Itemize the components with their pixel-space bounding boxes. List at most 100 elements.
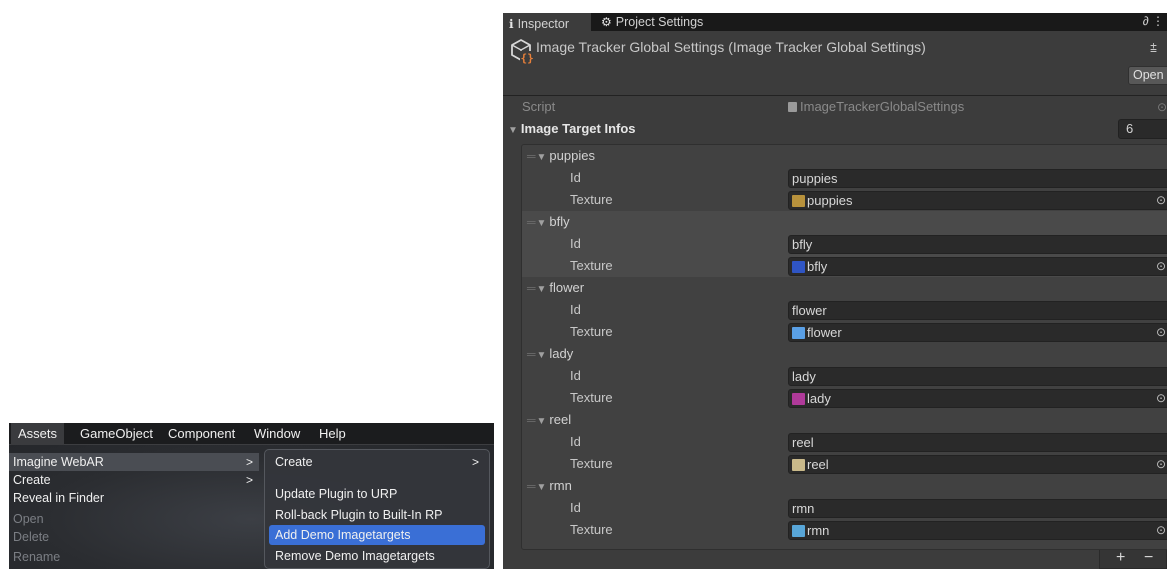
menu-item-label: Open: [13, 512, 44, 526]
element-name: lady: [549, 346, 574, 361]
menu-help[interactable]: Help: [319, 426, 346, 442]
foldout-triangle-icon: ▼: [536, 152, 547, 163]
menu-component[interactable]: Component: [168, 426, 235, 442]
submenu-item-add-demo-imagetargets[interactable]: Add Demo Imagetargets: [269, 525, 485, 545]
inspector-header: {} Image Tracker Global Settings (Image …: [503, 31, 1167, 96]
menu-item-reveal-in-finder[interactable]: Reveal in Finder: [9, 489, 259, 507]
element-foldout-reel[interactable]: ═▼ reel: [522, 409, 822, 431]
id-field[interactable]: bfly: [788, 235, 1167, 254]
menu-item-label: Remove Demo Imagetargets: [275, 549, 435, 563]
list-label: Image Target Infos: [520, 121, 636, 136]
drag-handle-icon[interactable]: ═: [527, 347, 536, 361]
texture-label: Texture: [570, 390, 613, 405]
id-label: Id: [570, 302, 581, 317]
script-file-icon: [788, 102, 797, 112]
remove-element-button[interactable]: −: [1144, 549, 1153, 567]
element-foldout-rmn[interactable]: ═▼ rmn: [522, 475, 822, 497]
menu-window[interactable]: Window: [254, 426, 300, 442]
submenu-item-update-plugin-urp[interactable]: Update Plugin to URP: [269, 484, 485, 504]
menu-item-label: Add Demo Imagetargets: [275, 528, 411, 542]
element-name: reel: [549, 412, 572, 427]
texture-thumbnail-icon: [792, 261, 805, 273]
object-picker-icon[interactable]: ⊙: [1156, 258, 1166, 275]
element-name: flower: [549, 280, 585, 295]
info-icon: ℹ: [509, 17, 514, 31]
menu-gameobject[interactable]: GameObject: [80, 426, 153, 442]
texture-thumbnail-icon: [792, 327, 805, 339]
element-foldout-flower[interactable]: ═▼ flower: [522, 277, 822, 299]
menu-item-create[interactable]: Create >: [9, 471, 259, 489]
menu-assets[interactable]: Assets: [11, 423, 65, 445]
id-field[interactable]: flower: [788, 301, 1167, 320]
texture-field[interactable]: reel ⊙: [788, 455, 1167, 474]
inspector-title: Image Tracker Global Settings (Image Tra…: [536, 39, 926, 55]
list-footer: + −: [1099, 549, 1167, 569]
texture-field[interactable]: rmn ⊙: [788, 521, 1167, 540]
drag-handle-icon[interactable]: ═: [527, 281, 536, 295]
scriptable-object-icon: {}: [511, 39, 535, 65]
settings-tune-icon[interactable]: ⩲: [1150, 41, 1157, 56]
tab-label: Project Settings: [615, 15, 704, 29]
object-picker-icon[interactable]: ⊙: [1156, 324, 1166, 341]
image-target-infos-foldout[interactable]: ▼ Image Target Infos: [508, 118, 636, 142]
submenu-item-rollback-plugin[interactable]: Roll-back Plugin to Built-In RP: [269, 505, 485, 525]
gear-icon: ⚙: [601, 15, 612, 29]
object-picker-icon[interactable]: ⊙: [1156, 522, 1166, 539]
id-label: Id: [570, 434, 581, 449]
list-size-field[interactable]: 6: [1118, 119, 1167, 139]
tab-project-settings[interactable]: ⚙ Project Settings: [595, 13, 735, 31]
tab-label: Inspector: [517, 17, 569, 31]
drag-handle-icon[interactable]: ═: [527, 479, 536, 493]
element-foldout-bfly[interactable]: ═▼ bfly: [522, 211, 822, 233]
drag-handle-icon[interactable]: ═: [527, 149, 536, 163]
texture-field[interactable]: flower ⊙: [788, 323, 1167, 342]
submenu-item-create[interactable]: Create >: [269, 452, 485, 472]
menu-item-label: Imagine WebAR: [13, 455, 104, 469]
element-name: rmn: [549, 478, 572, 493]
tab-inspector[interactable]: ℹ Inspector: [503, 13, 591, 31]
add-element-button[interactable]: +: [1116, 549, 1125, 567]
menu-item-delete: Delete: [9, 528, 259, 546]
object-picker-icon[interactable]: ⊙: [1156, 390, 1166, 407]
texture-field[interactable]: puppies ⊙: [788, 191, 1167, 210]
id-field[interactable]: lady: [788, 367, 1167, 386]
element-name: puppies: [549, 148, 595, 163]
drag-handle-icon[interactable]: ═: [527, 215, 536, 229]
menu-item-label: Delete: [13, 530, 50, 544]
script-row: Script ImageTrackerGlobalSettings ⊙: [503, 96, 1167, 118]
foldout-triangle-icon: ▼: [536, 284, 547, 295]
object-picker-icon[interactable]: ⊙: [1156, 456, 1166, 473]
menu-item-label: Create: [13, 473, 51, 487]
id-field[interactable]: reel: [788, 433, 1167, 452]
open-button[interactable]: Open: [1128, 66, 1167, 85]
image-target-infos-row[interactable]: ▼ Image Target Infos 6: [503, 118, 1167, 140]
lock-and-menu-icon[interactable]: ∂ ⋮: [1143, 14, 1164, 28]
menu-item-label: Reveal in Finder: [13, 491, 105, 505]
imagine-webar-submenu: Create > Update Plugin to URP Roll-back …: [264, 449, 490, 569]
texture-label: Texture: [570, 192, 613, 207]
texture-thumbnail-icon: [792, 195, 805, 207]
id-field[interactable]: puppies: [788, 169, 1167, 188]
submenu-arrow-icon: >: [245, 473, 253, 487]
script-label: Script: [522, 99, 556, 114]
submenu-item-remove-demo-imagetargets[interactable]: Remove Demo Imagetargets: [269, 546, 485, 566]
tab-bar: ℹ Inspector ⚙ Project Settings ∂ ⋮: [503, 13, 1167, 31]
id-field[interactable]: rmn: [788, 499, 1167, 518]
texture-field[interactable]: lady ⊙: [788, 389, 1167, 408]
object-picker-icon[interactable]: ⊙: [1156, 192, 1166, 209]
menu-screenshot: Assets GameObject Component Window Help …: [9, 423, 494, 569]
foldout-triangle-icon: ▼: [536, 350, 547, 361]
element-foldout-lady[interactable]: ═▼ lady: [522, 343, 822, 365]
texture-field[interactable]: bfly ⊙: [788, 257, 1167, 276]
svg-text:{}: {}: [521, 52, 534, 65]
menu-item-label: Update Plugin to URP: [275, 487, 398, 501]
script-field: ImageTrackerGlobalSettings: [788, 96, 964, 118]
texture-label: Texture: [570, 258, 613, 273]
assets-dropdown: Imagine WebAR > Create > Reveal in Finde…: [9, 449, 259, 569]
menu-bar: Assets GameObject Component Window Help: [9, 423, 494, 445]
texture-label: Texture: [570, 324, 613, 339]
menu-item-imagine-webar[interactable]: Imagine WebAR >: [9, 453, 259, 471]
inspector-panel: ℹ Inspector ⚙ Project Settings ∂ ⋮ {} Imag…: [503, 13, 1167, 569]
drag-handle-icon[interactable]: ═: [527, 413, 536, 427]
element-foldout-puppies[interactable]: ═▼ puppies: [522, 145, 822, 167]
